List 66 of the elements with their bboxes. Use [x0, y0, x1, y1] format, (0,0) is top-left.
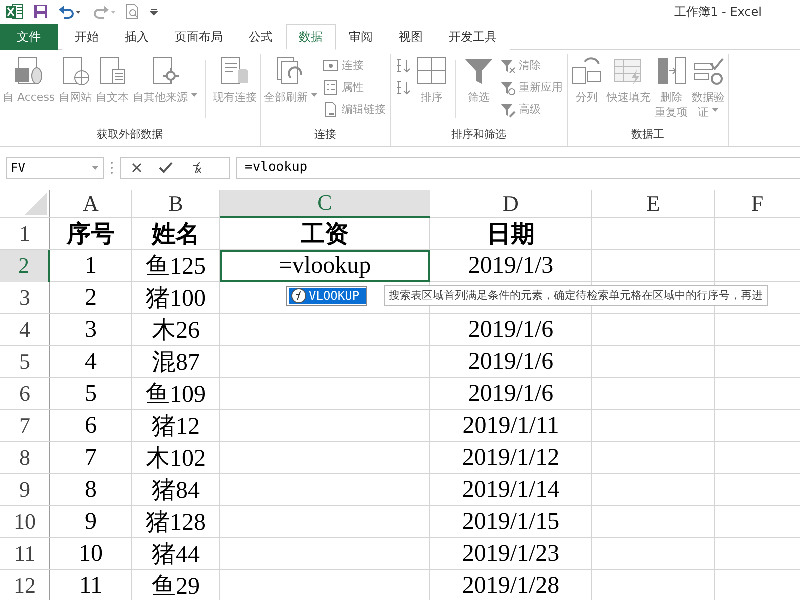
- row-header[interactable]: 3: [0, 282, 50, 314]
- table-cell-text: 2019/1/11: [462, 412, 560, 440]
- table-cell-text: 猪44: [151, 541, 201, 570]
- row-header[interactable]: 11: [0, 538, 50, 570]
- table-cell-text: 9: [84, 508, 98, 536]
- table-cell-text: 猪128: [145, 509, 207, 538]
- column-header[interactable]: E: [592, 190, 715, 218]
- group-label: 排序和筛选: [450, 127, 508, 143]
- column-header[interactable]: D: [430, 190, 592, 218]
- table-cell-text: 7: [84, 444, 98, 472]
- table-cell-text: 4: [84, 348, 98, 376]
- column-header[interactable]: A: [50, 190, 132, 218]
- row-header[interactable]: 9: [0, 474, 50, 506]
- table-cell-text: 工资: [300, 220, 350, 250]
- table-cell-text: 鱼109: [145, 381, 207, 410]
- table-cell-text: 3: [84, 316, 98, 344]
- table-cell-text: 鱼125: [145, 253, 207, 282]
- row-header[interactable]: 12: [0, 570, 50, 600]
- table-cell-text: 序号: [66, 220, 116, 250]
- table-cell-text: 1: [84, 252, 98, 280]
- table-cell-text: 猪100: [145, 285, 207, 314]
- table-cell-text: 2019/1/6: [467, 380, 555, 408]
- group-label: 获取外部数据: [96, 127, 164, 143]
- table-cell-text: 11: [78, 572, 104, 600]
- table-cell-text: 日期: [486, 221, 536, 250]
- row-header[interactable]: 2: [0, 250, 50, 282]
- table-cell-text: 姓名: [150, 221, 201, 250]
- row-header[interactable]: 1: [0, 218, 50, 250]
- ribbon-tab[interactable]: 数据: [286, 24, 336, 50]
- group-label: 数据工: [630, 127, 666, 143]
- table-cell-text: 2019/1/3: [467, 252, 555, 280]
- table-cell-text: 10: [78, 540, 104, 568]
- column-header[interactable]: F: [715, 190, 800, 218]
- table-cell-text: 2019/1/28: [461, 572, 561, 600]
- table-cell-text: 8: [84, 476, 98, 504]
- table-cell-text: 鱼29: [151, 573, 201, 600]
- table-cell-text: 6: [84, 412, 98, 440]
- row-header[interactable]: 10: [0, 506, 50, 538]
- ribbon-tab[interactable]: 文件: [0, 24, 58, 50]
- table-cell-text: 2019/1/23: [461, 540, 561, 568]
- table-cell-text: 2019/1/14: [461, 476, 561, 504]
- column-header[interactable]: C: [220, 190, 430, 218]
- table-cell: =vlookup: [220, 250, 430, 282]
- row-header[interactable]: 6: [0, 378, 50, 410]
- table-cell-text: 混87: [151, 349, 201, 378]
- table-cell-text: 木102: [145, 445, 207, 474]
- table-cell-text: 2: [84, 284, 98, 312]
- name-box[interactable]: FV: [6, 156, 104, 178]
- column-header[interactable]: B: [132, 190, 220, 218]
- group-label: 连接: [314, 127, 338, 143]
- row-header[interactable]: 4: [0, 314, 50, 346]
- table-cell-text: 5: [84, 380, 98, 408]
- table-cell-text: 2019/1/6: [467, 316, 555, 344]
- table-cell-text: 2019/1/12: [461, 444, 561, 472]
- function-tooltip: 搜索表区域首列满足条件的元素，确定待检索单元格在区域中的行序号，再进: [384, 285, 768, 306]
- formula-field[interactable]: =vlookup: [236, 156, 800, 178]
- row-header[interactable]: 7: [0, 410, 50, 442]
- table-cell-text: 木26: [151, 317, 201, 346]
- row-header[interactable]: 5: [0, 346, 50, 378]
- row-header[interactable]: 8: [0, 442, 50, 474]
- autocomplete-item[interactable]: VLOOKUP: [289, 288, 366, 304]
- table-cell-text: 猪12: [151, 413, 201, 442]
- table-cell-text: 猪84: [151, 477, 201, 506]
- table-cell-text: 2019/1/6: [467, 348, 555, 376]
- table-cell-text: 2019/1/15: [461, 508, 561, 536]
- window-title: 工作簿1 - Excel: [674, 4, 762, 21]
